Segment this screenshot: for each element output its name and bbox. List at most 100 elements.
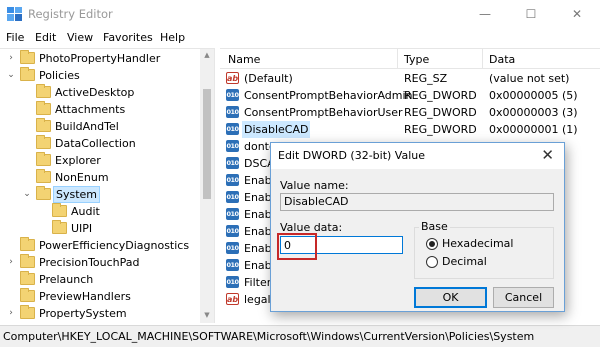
hexadecimal-label[interactable]: Hexadecimal [442,237,513,250]
value-data: 0x00000003 (3) [489,106,578,119]
ok-button[interactable]: OK [414,287,487,308]
value-type: REG_DWORD [404,89,477,102]
tree-item[interactable]: › PhotoPropertyHandler [0,50,200,67]
value-data-label: Value data: [280,221,343,234]
folder-icon [20,305,35,319]
menu-edit[interactable]: Edit [35,31,56,44]
value-name: ConsentPromptBehaviorUser [244,106,403,119]
folder-icon [36,101,51,115]
dword-value-icon: 010 [226,208,239,220]
expand-arrow-icon[interactable]: › [6,305,16,322]
value-data: 0x00000005 (5) [489,89,578,102]
tree-item[interactable]: NonEnum [0,169,200,186]
dword-value-icon: 010 [226,225,239,237]
tree-item[interactable]: › PrecisionTouchPad [0,254,200,271]
tree-item[interactable]: ⌄ Policies [0,67,200,84]
value-data: 0x00000001 (1) [489,123,578,136]
folder-icon [20,254,35,268]
tree-item[interactable]: UIPI [0,220,200,237]
dialog-title-bar: Edit DWORD (32-bit) Value ✕ [271,143,564,169]
column-type[interactable]: Type [404,53,429,66]
tree-item-label: Policies [39,69,80,82]
folder-icon [52,220,67,234]
menu-favorites[interactable]: Favorites [103,31,153,44]
maximize-button[interactable]: ☐ [508,0,554,28]
scroll-down-icon[interactable]: ▼ [200,311,214,319]
tree-scrollbar[interactable]: ▲ ▼ [200,49,214,323]
menu-file[interactable]: File [6,31,24,44]
tree-item-label: PreviewHandlers [39,290,131,303]
dword-value-icon: 010 [226,276,239,288]
tree-item[interactable]: PowerEfficiencyDiagnostics [0,237,200,254]
window-title: Registry Editor [28,7,113,21]
menu-view[interactable]: View [67,31,93,44]
list-header: Name Type Data [220,49,600,69]
list-row[interactable]: 010 ConsentPromptBehaviorAdmin REG_DWORD 0x… [220,87,600,104]
scroll-thumb[interactable] [203,89,211,199]
status-bar: Computer\HKEY_LOCAL_MACHINE\SOFTWARE\Mic… [0,325,600,347]
tree-item[interactable]: ActiveDesktop [0,84,200,101]
tree-item-label: PropertySystem [39,307,127,320]
list-row[interactable]: 010 DisableCAD REG_DWORD 0x00000001 (1) [220,121,600,138]
value-name: DisableCAD [242,121,311,138]
tree-item[interactable]: Explorer [0,152,200,169]
tree-item-label: BuildAndTel [55,120,119,133]
folder-icon [36,152,51,166]
folder-icon [20,271,35,285]
dword-value-icon: 010 [226,106,239,118]
folder-icon [20,288,35,302]
column-data[interactable]: Data [489,53,515,66]
tree-item-label: ActiveDesktop [55,86,135,99]
registry-tree[interactable]: › PhotoPropertyHandler ⌄ Policies ActiveDesk… [0,48,214,323]
tree-item[interactable]: Prelaunch [0,271,200,288]
tree-item-label: Prelaunch [39,273,94,286]
decimal-label[interactable]: Decimal [442,255,487,268]
decimal-radio[interactable] [426,256,438,268]
tree-item-label: Audit [71,205,100,218]
column-divider[interactable] [397,49,398,69]
tree-item[interactable]: › PropertySystem [0,305,200,322]
list-row[interactable]: 010 ConsentPromptBehaviorUser REG_DWORD 0x0… [220,104,600,121]
value-name-field: DisableCAD [280,193,554,211]
value-name-label: Value name: [280,179,349,192]
folder-icon [20,237,35,251]
expand-arrow-icon[interactable]: › [6,50,16,67]
registry-editor-icon [7,7,22,21]
column-name[interactable]: Name [228,53,260,66]
tree-item[interactable]: PreviewHandlers [0,288,200,305]
tree-item[interactable]: BuildAndTel [0,118,200,135]
hexadecimal-radio[interactable] [426,238,438,250]
column-divider[interactable] [482,49,483,69]
tree-item-label: UIPI [71,222,93,235]
base-groupbox [414,227,554,279]
string-value-icon: ab [226,72,239,84]
menu-bar: File Edit View Favorites Help [0,28,600,48]
tree-item[interactable]: Attachments [0,101,200,118]
tree-item-label: PowerEfficiencyDiagnostics [39,239,190,252]
dialog-close-icon[interactable]: ✕ [541,146,554,164]
title-bar: Registry Editor — ☐ ✕ [0,0,600,28]
folder-icon [36,186,51,200]
collapse-arrow-icon[interactable]: ⌄ [6,67,16,84]
value-data-input[interactable] [280,236,403,254]
tree-item-label: Attachments [55,103,126,116]
menu-help[interactable]: Help [160,31,185,44]
tree-item[interactable]: Audit [0,203,200,220]
string-value-icon: ab [226,293,239,305]
collapse-arrow-icon[interactable]: ⌄ [22,186,32,203]
cancel-button[interactable]: Cancel [493,287,554,308]
tree-item[interactable]: ⌄ System [0,186,200,203]
tree-item-label: DataCollection [55,137,136,150]
base-label: Base [419,220,450,233]
expand-arrow-icon[interactable]: › [6,254,16,271]
value-type: REG_DWORD [404,123,477,136]
tree-item[interactable]: DataCollection [0,135,200,152]
list-row[interactable]: ab (Default) REG_SZ (value not set) [220,70,600,87]
minimize-button[interactable]: — [462,0,508,28]
folder-icon [36,135,51,149]
tree-item-label: PrecisionTouchPad [39,256,140,269]
close-button[interactable]: ✕ [554,0,600,28]
dword-value-icon: 010 [226,157,239,169]
tree-item-label: System [53,186,101,203]
scroll-up-icon[interactable]: ▲ [200,51,214,59]
